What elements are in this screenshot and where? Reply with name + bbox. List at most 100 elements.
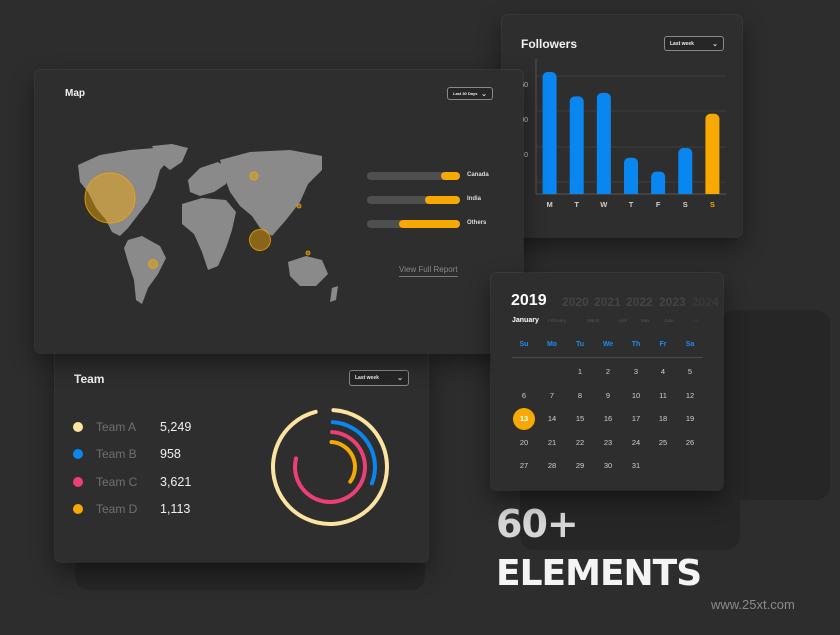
calendar-day[interactable]: 10 xyxy=(625,385,647,407)
country-bar-others: Others xyxy=(367,220,497,229)
map-card: Map Last 30 Days ⌄ Canada India Others V… xyxy=(35,70,523,353)
calendar-day[interactable]: 27 xyxy=(513,455,535,477)
month-option[interactable]: May xyxy=(641,318,650,323)
year-option[interactable]: 2020 xyxy=(562,295,589,309)
calendar-day[interactable]: 4 xyxy=(652,361,674,383)
map-period-dropdown[interactable]: Last 30 Days ⌄ xyxy=(447,87,493,100)
bar[interactable] xyxy=(678,147,693,194)
calendar-day[interactable]: 1 xyxy=(569,361,591,383)
y-tick-label: 0 xyxy=(524,152,528,159)
year-option[interactable]: 2022 xyxy=(626,295,653,309)
calendar-day[interactable]: 11 xyxy=(652,385,674,407)
bar-base xyxy=(542,188,557,194)
legend-item: Team C 3,621 xyxy=(73,474,223,490)
calendar-day[interactable]: 2 xyxy=(597,361,619,383)
followers-card: Followers Last week ⌄ 50 00 0 M T W T F S S xyxy=(502,15,742,237)
calendar-day[interactable]: 30 xyxy=(597,455,619,477)
bubble-brazil[interactable] xyxy=(148,259,158,269)
calendar-day[interactable]: 8 xyxy=(569,385,591,407)
team-card: Team Last week ⌄ Team A 5,249 Team B 958… xyxy=(55,352,428,562)
calendar-day[interactable]: 21 xyxy=(541,432,563,454)
legend-item: Team A 5,249 xyxy=(73,419,223,435)
team-period-dropdown[interactable]: Last week ⌄ xyxy=(349,370,409,386)
australia xyxy=(288,256,328,286)
x-tick-label: T xyxy=(629,200,634,209)
calendar-day[interactable]: 24 xyxy=(625,432,647,454)
continents xyxy=(78,144,338,304)
calendar-day[interactable]: 9 xyxy=(597,385,619,407)
radial-arc-team-a[interactable] xyxy=(271,408,389,526)
year-option[interactable]: 2021 xyxy=(594,295,621,309)
calendar-day[interactable]: 6 xyxy=(513,385,535,407)
x-tick-label: S xyxy=(710,200,715,209)
calendar-day[interactable]: 28 xyxy=(541,455,563,477)
calendar-day[interactable]: 5 xyxy=(679,361,701,383)
bar[interactable] xyxy=(705,113,720,194)
legend-dot xyxy=(73,477,83,487)
calendar-day[interactable]: 17 xyxy=(625,408,647,430)
legend-dot xyxy=(73,504,83,514)
year-option[interactable]: 2024 xyxy=(692,295,719,309)
bar[interactable] xyxy=(542,71,557,194)
calendar-day[interactable]: 23 xyxy=(597,432,619,454)
calendar-day[interactable]: 26 xyxy=(679,432,701,454)
legend-dot xyxy=(73,422,83,432)
month-option[interactable]: June xyxy=(664,318,674,323)
radial-arc-team-d[interactable] xyxy=(329,440,357,484)
year-option[interactable]: 2023 xyxy=(659,295,686,309)
divider xyxy=(512,357,703,358)
month-option[interactable]: March xyxy=(587,318,600,323)
calendar-day[interactable]: 3 xyxy=(625,361,647,383)
calendar-day[interactable]: 19 xyxy=(679,408,701,430)
legend-item: Team D 1,113 xyxy=(73,501,223,517)
weekday-label: Su xyxy=(519,341,529,348)
calendar-day[interactable]: 12 xyxy=(679,385,701,407)
weekday-label: We xyxy=(602,341,614,348)
weekday-label: Tu xyxy=(575,341,585,348)
team-radial-chart xyxy=(271,408,389,526)
bar-track xyxy=(367,196,460,204)
month-option[interactable]: February xyxy=(548,318,566,323)
calendar-day[interactable]: 22 xyxy=(569,432,591,454)
country-label: Others xyxy=(467,220,487,226)
calendar-day[interactable]: 16 xyxy=(597,408,619,430)
calendar-day[interactable]: 20 xyxy=(513,432,535,454)
dropdown-value: Last week xyxy=(355,375,379,381)
x-tick-label: S xyxy=(683,200,688,209)
month-option[interactable]: April xyxy=(618,318,627,323)
world-map xyxy=(78,144,338,304)
calendar-day[interactable]: 31 xyxy=(625,455,647,477)
promo-count: 60+ xyxy=(496,502,579,546)
bubble-indonesia[interactable] xyxy=(305,250,311,256)
bubble-russia[interactable] xyxy=(249,171,259,181)
month-option[interactable]: July xyxy=(691,318,699,323)
calendar-day[interactable]: 29 xyxy=(569,455,591,477)
calendar-day[interactable]: 18 xyxy=(652,408,674,430)
month-option[interactable]: January xyxy=(512,317,539,324)
calendar-day[interactable]: 25 xyxy=(652,432,674,454)
selected-day[interactable]: 13 xyxy=(513,408,535,430)
bar[interactable] xyxy=(596,92,611,194)
x-tick-label: W xyxy=(600,200,608,209)
year-option[interactable]: 2019 xyxy=(511,292,547,310)
legend-dot xyxy=(73,449,83,459)
bubble-north-america[interactable] xyxy=(84,172,136,224)
bubble-china[interactable] xyxy=(296,203,302,209)
bar-base xyxy=(651,188,666,194)
promo-label: ELEMENTS xyxy=(496,553,702,594)
bar[interactable] xyxy=(569,96,584,194)
legend-name: Team C xyxy=(96,475,138,489)
calendar-day[interactable]: 14 xyxy=(541,408,563,430)
country-bar-india: India xyxy=(367,196,497,205)
calendar-day[interactable]: 7 xyxy=(541,385,563,407)
bar-base xyxy=(596,188,611,194)
bubble-india[interactable] xyxy=(249,229,271,251)
chevron-down-icon: ⌄ xyxy=(481,90,487,98)
calendar-day[interactable]: 15 xyxy=(569,408,591,430)
legend-item: Team B 958 xyxy=(73,446,223,462)
weekday-label: Sa xyxy=(685,341,695,348)
legend-name: Team D xyxy=(96,502,138,516)
x-tick-label: F xyxy=(656,200,661,209)
view-full-report-link[interactable]: View Full Report xyxy=(399,265,458,277)
dropdown-value: Last 30 Days xyxy=(453,91,478,96)
